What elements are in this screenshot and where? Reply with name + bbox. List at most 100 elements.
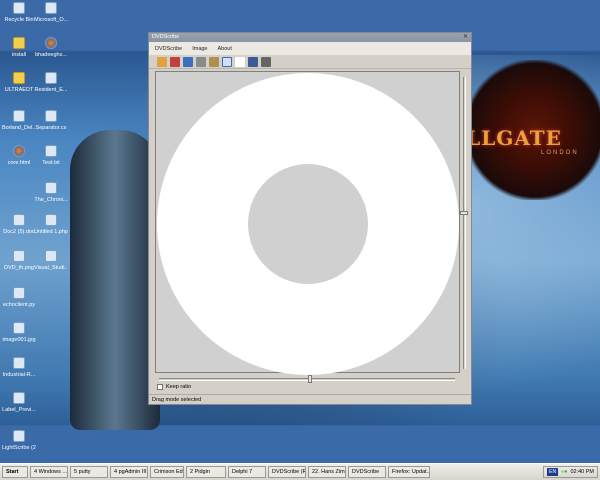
- wallpaper-logo-sub: LONDON: [541, 150, 579, 156]
- keep-ratio-label: Keep ratio: [166, 384, 192, 390]
- folder-icon: [13, 72, 25, 84]
- toolbar: [149, 55, 471, 69]
- file-icon: [13, 214, 25, 226]
- taskbar-item[interactable]: Crimson Edito...: [150, 466, 184, 478]
- horizontal-slider[interactable]: [159, 378, 455, 381]
- desktop-icon[interactable]: bhadeeghs...: [34, 37, 68, 58]
- desktop-icon-label: Microsoft_O...: [34, 17, 68, 23]
- system-tray: EN «● 02:40 PM: [543, 466, 598, 478]
- desktop-icon[interactable]: Industrial-R...: [2, 357, 36, 378]
- desktop-icon[interactable]: Untitled 1.php: [34, 214, 68, 235]
- desktop-icon[interactable]: Visual_Studi...: [34, 250, 68, 271]
- file-icon: [45, 72, 57, 84]
- file-icon: [13, 110, 25, 122]
- taskbar-item[interactable]: DVDScribe: [348, 466, 386, 478]
- tools-dropdown-icon[interactable]: [209, 56, 219, 67]
- desktop-icon-label: core.html: [7, 160, 31, 166]
- menu-image[interactable]: Image: [192, 46, 207, 52]
- window-title: DVDScribe: [152, 34, 180, 40]
- file-icon: [13, 392, 25, 404]
- desktop-icon-label: DVD_th.png: [4, 265, 34, 271]
- drag-mode-icon[interactable]: [222, 56, 232, 67]
- vertical-slider[interactable]: [463, 77, 466, 369]
- close-icon[interactable]: ✕: [463, 33, 468, 40]
- language-indicator[interactable]: EN: [547, 468, 559, 476]
- tray-icons[interactable]: «●: [561, 469, 567, 475]
- desktop-icon[interactable]: Label_Previ...: [2, 392, 36, 413]
- file-icon: [13, 430, 25, 442]
- disc-hole: [248, 164, 368, 284]
- taskbar-item[interactable]: 2 Pidgin: [186, 466, 226, 478]
- desktop-icon-label: Resident_E...: [34, 87, 68, 93]
- desktop-icon-label: Visual_Studi...: [34, 265, 68, 271]
- title-bar[interactable]: DVDScribe ✕: [149, 33, 471, 42]
- desktop-icon[interactable]: install: [2, 37, 36, 58]
- wallpaper-figure: [70, 130, 160, 430]
- file-icon: [45, 110, 57, 122]
- file-icon: [45, 250, 57, 262]
- delete-icon[interactable]: [261, 56, 271, 67]
- keep-ratio-checkbox[interactable]: Keep ratio: [157, 384, 191, 390]
- desktop-icon-label: The_Chroni...: [34, 197, 68, 203]
- clock: 02:40 PM: [570, 469, 594, 475]
- desktop-icon[interactable]: Resident_E...: [34, 72, 68, 93]
- start-button[interactable]: Start: [2, 466, 28, 478]
- desktop-icon[interactable]: ULTRAEDT: [2, 72, 36, 93]
- desktop-icon[interactable]: echoclient.py: [2, 287, 36, 308]
- print-icon[interactable]: [196, 56, 206, 67]
- desktop-icon-label: ULTRAEDT: [4, 87, 34, 93]
- firefox-icon: [13, 145, 25, 157]
- desktop-icon[interactable]: Recycle Bin: [2, 2, 36, 23]
- desktop-icon[interactable]: core.html: [2, 145, 36, 166]
- taskbar-item[interactable]: 22. Hans Zim...: [308, 466, 346, 478]
- file-icon: [45, 182, 57, 194]
- disc-canvas[interactable]: [155, 71, 460, 375]
- desktop-icon[interactable]: Doc2 (5).doc: [2, 214, 36, 235]
- desktop-icon-label: Untitled 1.php: [34, 229, 68, 235]
- desktop-icon[interactable]: Microsoft_O...: [34, 2, 68, 23]
- desktop-icon-label: bhadeeghs...: [35, 52, 67, 58]
- desktop-icon-label: image001.jpg: [2, 337, 36, 343]
- desktop-icon[interactable]: Separator.cs: [34, 110, 68, 131]
- taskbar-item[interactable]: 4 Windows ...: [30, 466, 68, 478]
- file-icon: [45, 2, 57, 14]
- desktop-icon[interactable]: Test.txt: [34, 145, 68, 166]
- file-icon: [13, 287, 25, 299]
- text-icon[interactable]: [235, 56, 245, 67]
- desktop-icon-label: Doc2 (5).doc: [3, 229, 35, 235]
- desktop-icon-label: Label_Previ...: [2, 407, 36, 413]
- disc-label-area[interactable]: [157, 73, 459, 375]
- menu-bar: DVDScribe Image About: [149, 42, 471, 55]
- desktop-icon-label: Borland_Del...: [2, 125, 36, 131]
- desktop-icon[interactable]: LightScribe (2...: [2, 430, 36, 451]
- taskbar-item[interactable]: 5 putty: [70, 466, 108, 478]
- status-bar: Drag mode selected: [149, 394, 471, 404]
- file-icon: [13, 357, 25, 369]
- horizontal-slider-thumb[interactable]: [308, 375, 312, 383]
- taskbar-item[interactable]: 4 pgAdmin III: [110, 466, 148, 478]
- taskbar-item[interactable]: Firefox: Updat...: [388, 466, 430, 478]
- desktop-icon-label: LightScribe (2...: [2, 445, 36, 451]
- taskbar-item[interactable]: DVDScribe (R...: [268, 466, 306, 478]
- desktop-icon[interactable]: image001.jpg: [2, 322, 36, 343]
- taskbar-item[interactable]: Delphi 7: [228, 466, 266, 478]
- vertical-slider-thumb[interactable]: [460, 211, 468, 215]
- desktop-icon[interactable]: The_Chroni...: [34, 182, 68, 203]
- desktop-icon[interactable]: DVD_th.png: [2, 250, 36, 271]
- file-icon: [13, 250, 25, 262]
- image-icon[interactable]: [248, 56, 258, 67]
- taskbar: Start 4 Windows ... 5 putty 4 pgAdmin III C…: [0, 463, 600, 480]
- checkbox-box[interactable]: [157, 384, 163, 390]
- desktop-icon-label: Test.txt: [42, 160, 60, 166]
- menu-about[interactable]: About: [218, 46, 232, 52]
- dvdscribe-window: DVDScribe ✕ DVDScribe Image About Keep ra…: [148, 32, 472, 405]
- file-icon: [13, 2, 25, 14]
- desktop-icon-label: Separator.cs: [35, 125, 67, 131]
- save-icon[interactable]: [170, 56, 180, 67]
- refresh-icon[interactable]: [183, 56, 193, 67]
- menu-dvdscribe[interactable]: DVDScribe: [155, 46, 182, 52]
- desktop-icon-label: Recycle Bin: [4, 17, 34, 23]
- open-icon[interactable]: [157, 56, 167, 67]
- desktop-icon[interactable]: Borland_Del...: [2, 110, 36, 131]
- file-icon: [45, 214, 57, 226]
